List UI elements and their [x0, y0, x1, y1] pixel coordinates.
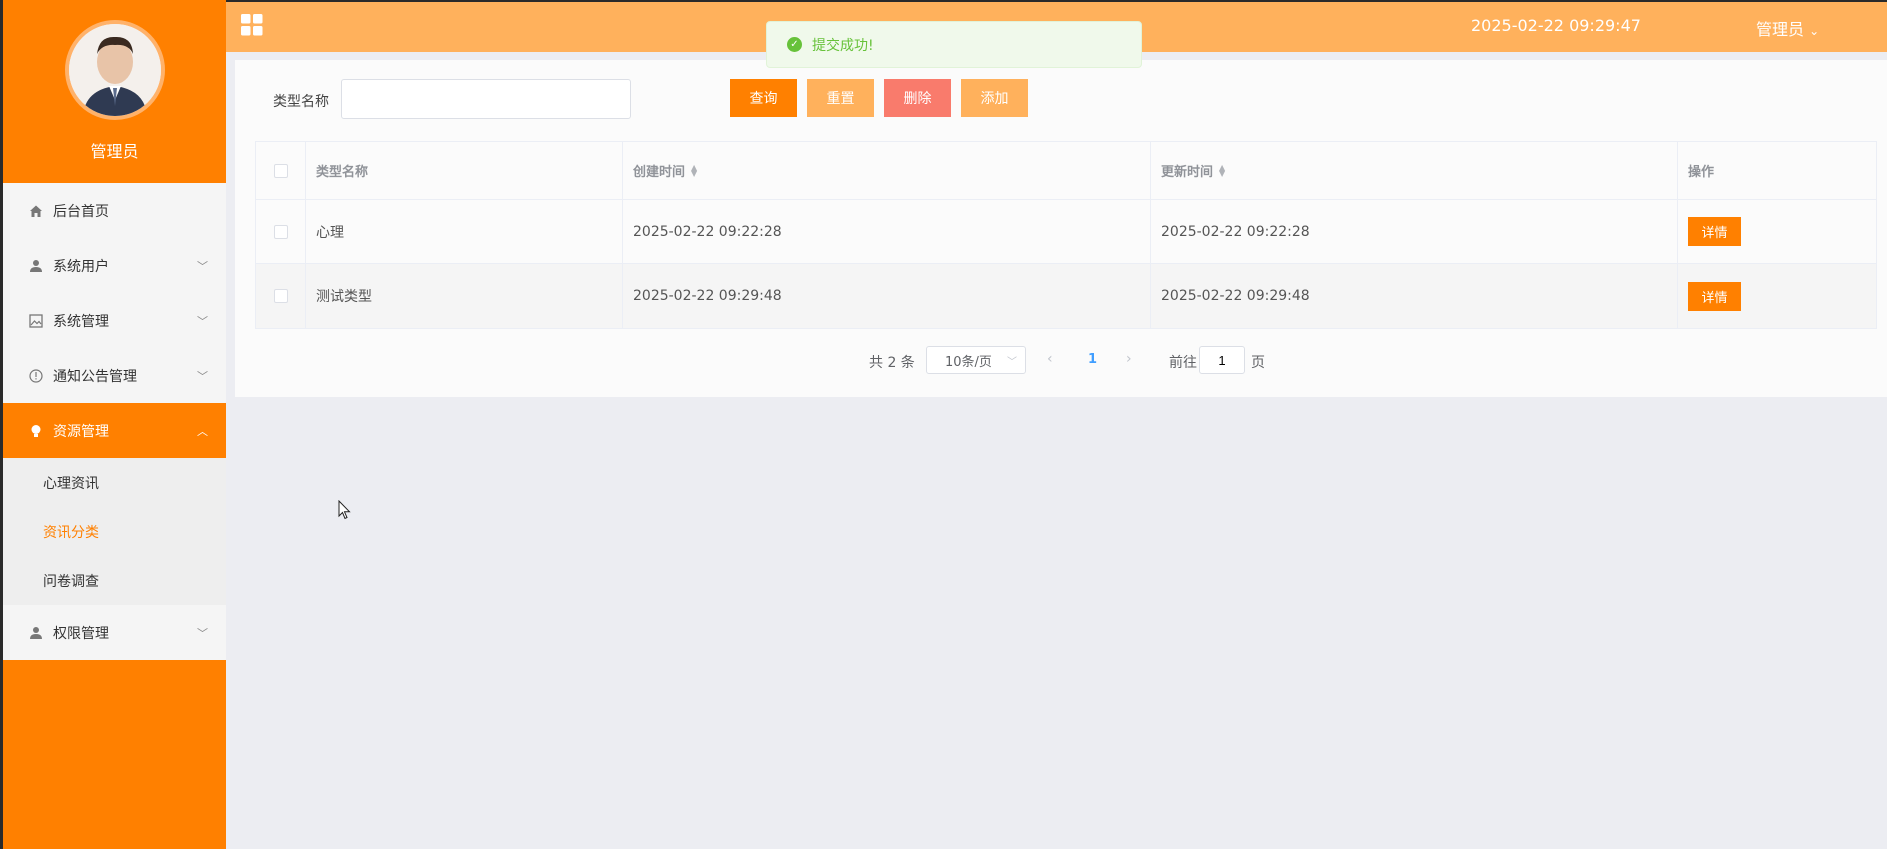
- submenu-item-psych-news[interactable]: 心理资讯: [3, 458, 226, 507]
- profile-name: 管理员: [90, 142, 139, 161]
- column-header-label: 操作: [1688, 165, 1715, 180]
- column-header-updated[interactable]: 更新时间 ▲ ▼: [1151, 142, 1678, 199]
- select-all-checkbox[interactable]: [273, 163, 288, 178]
- cell-created: 2025-02-22 09:22:28: [623, 200, 1151, 263]
- mouse-pointer-icon: [338, 500, 351, 520]
- lightbulb-icon: [27, 422, 45, 440]
- column-header-actions: 操作: [1678, 142, 1876, 199]
- sidebar-item-permission-management[interactable]: 权限管理 ﹀: [3, 605, 226, 660]
- cell-updated: 2025-02-22 09:22:28: [1151, 200, 1678, 263]
- delete-button[interactable]: 删除: [884, 79, 951, 117]
- toast-message: 提交成功!: [812, 37, 874, 54]
- sort-icon[interactable]: ▲ ▼: [691, 163, 697, 177]
- column-header-type-name: 类型名称: [306, 142, 623, 199]
- search-label: 类型名称: [273, 94, 329, 110]
- success-toast: ✓ 提交成功!: [766, 21, 1142, 68]
- avatar: [64, 20, 165, 120]
- header-checkbox-cell: [256, 142, 306, 199]
- row-checkbox-cell: [256, 264, 306, 328]
- sidebar-item-label: 通知公告管理: [53, 368, 137, 385]
- chevron-down-icon: ﹀: [197, 314, 208, 328]
- submenu-item-survey[interactable]: 问卷调查: [3, 556, 226, 605]
- cell-updated: 2025-02-22 09:29:48: [1151, 264, 1678, 328]
- cell-actions: 详情: [1678, 264, 1876, 328]
- sidebar-item-home[interactable]: 后台首页: [3, 183, 226, 238]
- chevron-down-icon: ﹀: [197, 259, 208, 273]
- user-menu-label: 管理员: [1756, 20, 1805, 39]
- category-table: 类型名称 创建时间 ▲ ▼ 更新时间 ▲ ▼ 操作 心理 2025-02-22 09…: [255, 141, 1877, 329]
- user-icon: [27, 624, 45, 642]
- next-page-icon[interactable]: ›: [1126, 351, 1132, 367]
- sidebar-item-label: 权限管理: [53, 625, 109, 642]
- chevron-up-icon: ︿: [197, 424, 208, 438]
- cell-type-name: 测试类型: [306, 264, 623, 328]
- sidebar: 管理员 后台首页 系统用户 ﹀ 系统管理 ﹀ 通知公告管理 ﹀ 资源管理 ︿ 心…: [0, 0, 226, 849]
- type-name-input[interactable]: [341, 79, 631, 119]
- sidebar-item-label: 资源管理: [53, 423, 109, 440]
- column-header-created[interactable]: 创建时间 ▲ ▼: [623, 142, 1151, 199]
- column-header-label: 更新时间: [1161, 165, 1214, 180]
- sidebar-item-label: 系统管理: [53, 313, 109, 330]
- chevron-down-icon: ﹀: [197, 626, 208, 640]
- profile: 管理员: [3, 0, 226, 183]
- add-button[interactable]: 添加: [961, 79, 1028, 117]
- goto-page-input[interactable]: [1199, 346, 1245, 374]
- page-size-value: 10条/页: [945, 354, 992, 370]
- submenu-item-news-category[interactable]: 资讯分类: [3, 507, 226, 556]
- chevron-down-icon: ⌄: [1809, 24, 1820, 38]
- home-icon: [27, 202, 45, 220]
- prev-page-icon[interactable]: ‹: [1047, 351, 1053, 367]
- chevron-down-icon: ﹀: [1007, 356, 1017, 368]
- table-header-row: 类型名称 创建时间 ▲ ▼ 更新时间 ▲ ▼ 操作: [256, 142, 1876, 200]
- header-datetime: 2025-02-22 09:29:47: [1471, 16, 1641, 35]
- column-header-label: 创建时间: [633, 165, 686, 180]
- sidebar-item-system-users[interactable]: 系统用户 ﹀: [3, 238, 226, 293]
- detail-button[interactable]: 详情: [1688, 217, 1741, 246]
- cell-created: 2025-02-22 09:29:48: [623, 264, 1151, 328]
- current-page[interactable]: 1: [1088, 352, 1097, 367]
- check-circle-icon: ✓: [787, 37, 802, 52]
- row-checkbox-cell: [256, 200, 306, 263]
- sidebar-item-label: 系统用户: [53, 258, 109, 275]
- user-menu[interactable]: 管理员 ⌄: [1756, 16, 1819, 40]
- pagination-total: 共 2 条: [869, 355, 915, 371]
- sidebar-item-label: 后台首页: [53, 203, 109, 220]
- reset-button[interactable]: 重置: [807, 79, 874, 117]
- cell-type-name: 心理: [306, 200, 623, 263]
- page-suffix-label: 页: [1251, 355, 1265, 371]
- cell-actions: 详情: [1678, 200, 1876, 263]
- sidebar-item-resource-management[interactable]: 资源管理 ︿: [3, 403, 226, 458]
- info-icon: [27, 367, 45, 385]
- page-size-select[interactable]: 10条/页 ﹀: [926, 346, 1026, 374]
- column-header-label: 类型名称: [316, 165, 369, 180]
- chevron-down-icon: ﹀: [197, 369, 208, 383]
- resource-submenu: 心理资讯 资讯分类 问卷调查: [3, 458, 226, 605]
- grid-menu-icon[interactable]: [241, 14, 263, 36]
- query-button[interactable]: 查询: [730, 79, 797, 117]
- main-content: 类型名称 查询 重置 删除 添加 类型名称 创建时间 ▲ ▼ 更新时间 ▲ ▼ 操作: [235, 60, 1887, 397]
- detail-button[interactable]: 详情: [1688, 281, 1741, 311]
- pagination: 共 2 条 10条/页 ﹀ ‹ 1 › 前往 页: [235, 346, 1887, 376]
- picture-icon: [27, 312, 45, 330]
- sidebar-item-system-management[interactable]: 系统管理 ﹀: [3, 293, 226, 348]
- sort-icon[interactable]: ▲ ▼: [1219, 163, 1225, 177]
- sidebar-menu: 后台首页 系统用户 ﹀ 系统管理 ﹀ 通知公告管理 ﹀ 资源管理 ︿ 心理资讯 …: [3, 183, 226, 660]
- table-row: 心理 2025-02-22 09:22:28 2025-02-22 09:22:…: [256, 200, 1876, 264]
- table-row: 测试类型 2025-02-22 09:29:48 2025-02-22 09:2…: [256, 264, 1876, 328]
- row-checkbox[interactable]: [273, 289, 288, 303]
- goto-label: 前往: [1169, 355, 1197, 371]
- sidebar-item-notice-management[interactable]: 通知公告管理 ﹀: [3, 348, 226, 403]
- row-checkbox[interactable]: [273, 224, 288, 239]
- user-icon: [27, 257, 45, 275]
